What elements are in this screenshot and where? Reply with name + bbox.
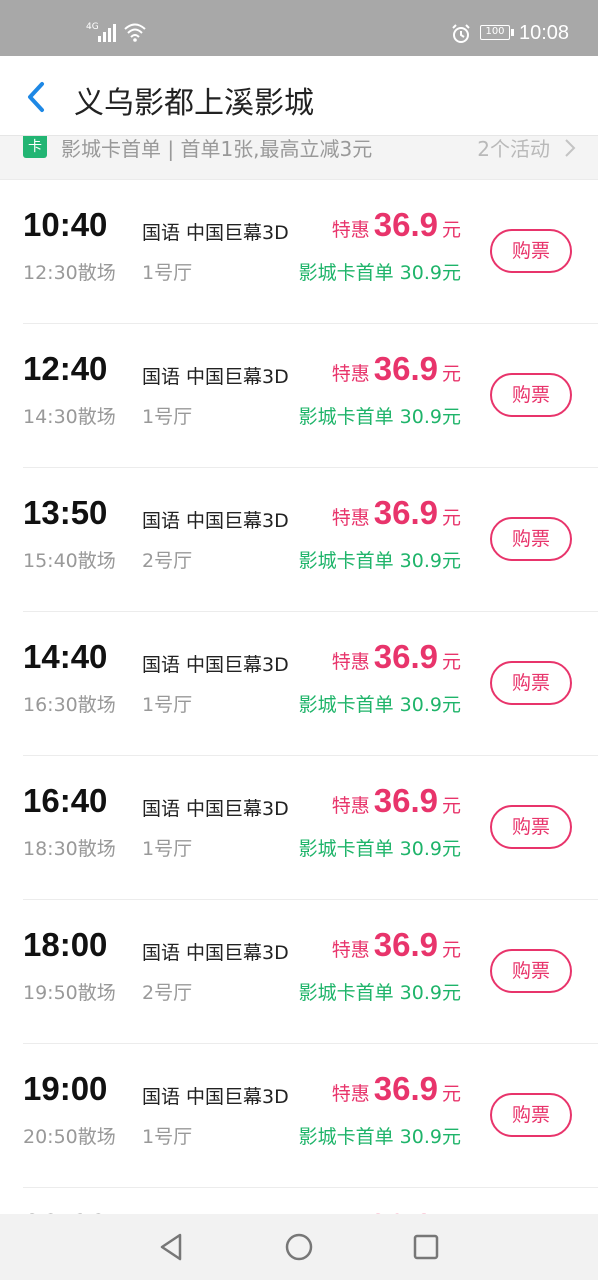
price-value: 36.9 [373, 350, 438, 387]
showtime-row[interactable]: 12:40 14:30散场 国语 中国巨幕3D 1号厅 特惠 36.9 元 影城卡首… [23, 324, 598, 468]
price-line: 特惠 36.9 元 [332, 206, 461, 244]
price-unit: 元 [441, 1083, 461, 1105]
start-time: 18:00 [23, 926, 108, 963]
nav-back-icon[interactable] [158, 1232, 184, 1262]
start-time: 14:40 [23, 638, 108, 675]
chevron-right-icon [565, 139, 576, 157]
language-format: 国语 中国巨幕3D [142, 798, 289, 820]
system-navigation-bar [0, 1214, 598, 1280]
price-unit: 元 [441, 507, 461, 529]
price-label: 特惠 [331, 651, 370, 673]
buy-ticket-button[interactable]: 购票 [490, 949, 572, 993]
end-time: 20:50散场 [23, 1126, 116, 1148]
language-format: 国语 中国巨幕3D [142, 510, 289, 532]
price-unit: 元 [441, 219, 461, 241]
end-time: 16:30散场 [23, 694, 116, 716]
showtime-row[interactable]: 16:40 18:30散场 国语 中国巨幕3D 1号厅 特惠 36.9 元 影城卡首… [23, 756, 598, 900]
buy-ticket-button[interactable]: 购票 [490, 661, 572, 705]
price-line: 特惠 36.9 元 [332, 1070, 461, 1108]
price-value: 36.9 [373, 1070, 438, 1107]
end-time: 14:30散场 [23, 406, 116, 428]
network-type: 4G [86, 22, 99, 32]
showtime-row[interactable]: 18:00 19:50散场 国语 中国巨幕3D 2号厅 特惠 36.9 元 影城卡首… [23, 900, 598, 1044]
buy-ticket-button[interactable]: 购票 [490, 373, 572, 417]
price-value: 36.9 [373, 206, 438, 243]
language-format: 国语 中国巨幕3D [142, 654, 289, 676]
hall-number: 2号厅 [142, 550, 193, 572]
price-label: 特惠 [331, 219, 370, 241]
start-time: 12:40 [23, 350, 108, 387]
price-label: 特惠 [331, 795, 370, 817]
price-line: 特惠 36.9 元 [332, 638, 461, 676]
price-label: 特惠 [331, 1083, 370, 1105]
hall-number: 1号厅 [142, 694, 193, 716]
start-time: 16:40 [23, 782, 108, 819]
top-nav-bar: 义乌影都上溪影城 [0, 56, 598, 136]
price-unit: 元 [441, 363, 461, 385]
language-format: 国语 中国巨幕3D [142, 366, 289, 388]
language-format: 国语 中国巨幕3D [142, 222, 289, 244]
hall-number: 1号厅 [142, 262, 193, 284]
promo-banner[interactable]: 卡 影城卡首单 | 首单1张,最高立减3元 2个活动 [0, 136, 598, 180]
price-value: 36.9 [373, 926, 438, 963]
showtime-list: 10:40 12:30散场 国语 中国巨幕3D 1号厅 特惠 36.9 元 影城卡首… [0, 180, 598, 1188]
status-time: 10:08 [519, 22, 570, 44]
showtime-row[interactable]: 10:40 12:30散场 国语 中国巨幕3D 1号厅 特惠 36.9 元 影城卡首… [23, 180, 598, 324]
battery-icon: 100 [480, 25, 510, 40]
end-time: 19:50散场 [23, 982, 116, 1004]
start-time: 10:40 [23, 206, 108, 243]
nav-recent-apps-icon[interactable] [413, 1234, 439, 1260]
price-value: 36.9 [373, 638, 438, 675]
card-first-order-price: 影城卡首单 30.9元 [298, 694, 461, 716]
price-unit: 元 [441, 795, 461, 817]
price-value: 36.9 [373, 782, 438, 819]
page-title: 义乌影都上溪影城 [74, 86, 314, 121]
back-arrow-icon[interactable] [22, 80, 50, 114]
nav-home-icon[interactable] [284, 1232, 314, 1262]
language-format: 国语 中国巨幕3D [142, 1086, 289, 1108]
end-time: 18:30散场 [23, 838, 116, 860]
showtime-row[interactable]: 13:50 15:40散场 国语 中国巨幕3D 2号厅 特惠 36.9 元 影城卡首… [23, 468, 598, 612]
wifi-icon [124, 23, 146, 42]
promo-activity-count[interactable]: 2个活动 [477, 136, 550, 162]
card-first-order-price: 影城卡首单 30.9元 [298, 406, 461, 428]
card-first-order-price: 影城卡首单 30.9元 [298, 838, 461, 860]
price-value: 36.9 [373, 494, 438, 531]
alarm-icon [452, 24, 470, 43]
hall-number: 1号厅 [142, 838, 193, 860]
price-unit: 元 [441, 939, 461, 961]
language-format: 国语 中国巨幕3D [142, 942, 289, 964]
price-line: 特惠 36.9 元 [332, 782, 461, 820]
card-badge: 卡 [23, 136, 47, 158]
price-label: 特惠 [331, 507, 370, 529]
end-time: 12:30散场 [23, 262, 116, 284]
hall-number: 2号厅 [142, 982, 193, 1004]
buy-ticket-button[interactable]: 购票 [490, 229, 572, 273]
price-label: 特惠 [331, 363, 370, 385]
start-time: 13:50 [23, 494, 108, 531]
price-unit: 元 [441, 651, 461, 673]
hall-number: 1号厅 [142, 406, 193, 428]
showtime-row[interactable]: 19:00 20:50散场 国语 中国巨幕3D 1号厅 特惠 36.9 元 影城卡首… [23, 1044, 598, 1188]
start-time: 19:00 [23, 1070, 108, 1107]
promo-text: 影城卡首单 | 首单1张,最高立减3元 [61, 137, 373, 161]
battery-tip [511, 29, 514, 36]
hall-number: 1号厅 [142, 1126, 193, 1148]
buy-ticket-button[interactable]: 购票 [490, 805, 572, 849]
card-first-order-price: 影城卡首单 30.9元 [298, 262, 461, 284]
status-bar: 4G 100 10:08 [0, 0, 598, 56]
price-label: 特惠 [331, 939, 370, 961]
end-time: 15:40散场 [23, 550, 116, 572]
card-first-order-price: 影城卡首单 30.9元 [298, 982, 461, 1004]
price-line: 特惠 36.9 元 [332, 350, 461, 388]
card-first-order-price: 影城卡首单 30.9元 [298, 550, 461, 572]
showtime-row[interactable]: 14:40 16:30散场 国语 中国巨幕3D 1号厅 特惠 36.9 元 影城卡首… [23, 612, 598, 756]
buy-ticket-button[interactable]: 购票 [490, 517, 572, 561]
price-line: 特惠 36.9 元 [332, 926, 461, 964]
buy-ticket-button[interactable]: 购票 [490, 1093, 572, 1137]
card-first-order-price: 影城卡首单 30.9元 [298, 1126, 461, 1148]
signal-icon [98, 24, 116, 42]
price-line: 特惠 36.9 元 [332, 494, 461, 532]
